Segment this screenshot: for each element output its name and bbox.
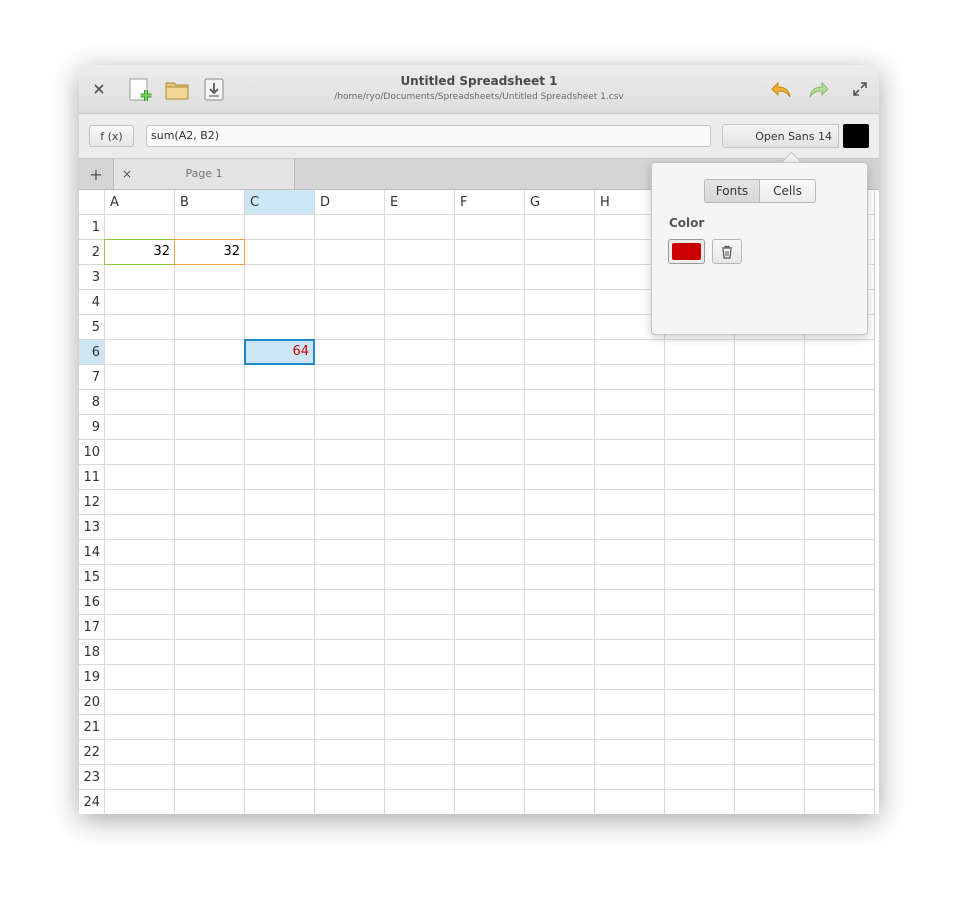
row-header-14[interactable]: 14 (79, 540, 105, 565)
undo-button[interactable] (768, 77, 794, 103)
save-button[interactable] (201, 76, 227, 102)
grid-row-line (105, 464, 875, 465)
tab-page-1[interactable]: × Page 1 (114, 159, 295, 189)
window-subtitle: /home/ryo/Documents/Spreadsheets/Untitle… (334, 92, 624, 102)
row-header-17[interactable]: 17 (79, 615, 105, 640)
remove-color-button[interactable] (712, 239, 742, 264)
new-document-button[interactable] (127, 77, 153, 103)
open-button[interactable] (163, 77, 191, 103)
color-label: Color (669, 216, 705, 230)
cell-a2[interactable]: 32 (104, 239, 175, 265)
add-page-button[interactable]: + (79, 159, 114, 189)
row-header-10[interactable]: 10 (79, 440, 105, 465)
grid-row-line (105, 364, 875, 365)
tab-cells[interactable]: Cells (759, 179, 816, 203)
grid-row-line (105, 639, 875, 640)
column-header-g[interactable]: G (525, 190, 595, 215)
window-title: Untitled Spreadsheet 1 (400, 74, 558, 88)
grid-row-line (105, 764, 875, 765)
row-header-7[interactable]: 7 (79, 365, 105, 390)
row-header-6[interactable]: 6 (79, 340, 105, 365)
tab-label: Page 1 (185, 167, 223, 180)
tab-fonts[interactable]: Fonts (704, 179, 760, 203)
grid-row-line (105, 414, 875, 415)
row-header-19[interactable]: 19 (79, 665, 105, 690)
column-header-c[interactable]: C (245, 190, 315, 215)
trash-icon (722, 245, 732, 259)
grid-row-line (105, 614, 875, 615)
new-document-icon (129, 78, 152, 101)
color-swatch (672, 243, 701, 260)
row-header-9[interactable]: 9 (79, 415, 105, 440)
grid-row-line (105, 589, 875, 590)
redo-icon (809, 81, 829, 98)
font-color-button[interactable] (843, 124, 869, 148)
row-header-11[interactable]: 11 (79, 465, 105, 490)
grid-row-line (105, 789, 875, 790)
formula-input[interactable]: sum(A2, B2) (146, 125, 711, 147)
undo-icon (771, 81, 791, 98)
grid-row-line (105, 564, 875, 565)
close-icon (94, 84, 104, 94)
row-header-16[interactable]: 16 (79, 590, 105, 615)
row-header-15[interactable]: 15 (79, 565, 105, 590)
font-button[interactable]: Open Sans 14 (722, 124, 839, 148)
column-header-f[interactable]: F (455, 190, 525, 215)
cell-b2[interactable]: 32 (174, 239, 245, 265)
redo-button[interactable] (806, 77, 832, 103)
maximize-icon (853, 82, 867, 96)
row-header-1[interactable]: 1 (79, 215, 105, 240)
row-header-22[interactable]: 22 (79, 740, 105, 765)
row-header-21[interactable]: 21 (79, 715, 105, 740)
grid-row-line (105, 439, 875, 440)
column-header-d[interactable]: D (315, 190, 385, 215)
row-header-2[interactable]: 2 (79, 240, 105, 265)
row-header-3[interactable]: 3 (79, 265, 105, 290)
corner-header (79, 190, 105, 215)
grid-row-line (105, 389, 875, 390)
row-header-20[interactable]: 20 (79, 690, 105, 715)
column-header-b[interactable]: B (175, 190, 245, 215)
function-button[interactable]: f (x) (89, 125, 134, 147)
grid-row-line (105, 739, 875, 740)
folder-open-icon (165, 82, 189, 100)
row-header-24[interactable]: 24 (79, 790, 105, 814)
column-header-e[interactable]: E (385, 190, 455, 215)
row-header-13[interactable]: 13 (79, 515, 105, 540)
grid-row-line (105, 689, 875, 690)
color-picker-button[interactable] (668, 239, 705, 264)
close-button[interactable] (89, 79, 109, 99)
grid-row-line (105, 539, 875, 540)
grid-row-line (105, 714, 875, 715)
font-style-popover: Fonts Cells Color (651, 162, 868, 335)
grid-row-line (105, 664, 875, 665)
maximize-button[interactable] (850, 79, 870, 99)
row-header-18[interactable]: 18 (79, 640, 105, 665)
save-download-icon (204, 78, 224, 101)
row-header-4[interactable]: 4 (79, 290, 105, 315)
cell-c6[interactable]: 64 (244, 339, 315, 365)
row-header-8[interactable]: 8 (79, 390, 105, 415)
column-header-a[interactable]: A (105, 190, 175, 215)
formula-toolbar: f (x) sum(A2, B2) Open Sans 14 (79, 114, 879, 159)
row-header-23[interactable]: 23 (79, 765, 105, 790)
row-header-5[interactable]: 5 (79, 315, 105, 340)
grid-row-line (105, 489, 875, 490)
grid-row-line (105, 339, 875, 340)
row-header-12[interactable]: 12 (79, 490, 105, 515)
grid-row-line (105, 514, 875, 515)
titlebar: Untitled Spreadsheet 1 /home/ryo/Documen… (79, 65, 879, 114)
